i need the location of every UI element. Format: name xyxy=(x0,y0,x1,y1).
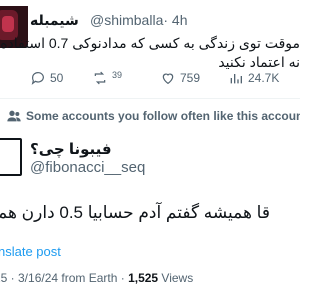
author-handle-time[interactable]: @shimballa· 4h xyxy=(90,12,187,28)
views-label: Views xyxy=(158,271,194,285)
avatar-fibonacci[interactable] xyxy=(0,138,22,176)
translate-post-link[interactable]: nslate post xyxy=(0,244,61,259)
avatar-image-highlight xyxy=(2,16,14,32)
post-timestamp[interactable]: 25 · 3/16/24 from Earth · xyxy=(0,271,128,285)
retweet-count: 39 xyxy=(112,70,123,80)
tweet-actions: 50 39 759 24.7K xyxy=(0,70,300,92)
reply-count: 50 xyxy=(50,71,64,85)
author-handle[interactable]: @shimballa xyxy=(90,12,163,28)
post-time[interactable]: · 4h xyxy=(163,12,187,28)
tweet-meta: 25 · 3/16/24 from Earth · 1,525 Views xyxy=(0,271,193,285)
notice-text: Some accounts you follow often like this… xyxy=(26,109,300,123)
divider xyxy=(0,98,300,99)
retweet-icon xyxy=(94,71,106,85)
people-icon xyxy=(7,110,21,122)
author-name[interactable]: شیمبله xyxy=(30,12,79,29)
reply-button[interactable]: 50 xyxy=(30,70,63,86)
tweet-text-line-2: نه اعتماد نکنید xyxy=(218,54,300,70)
views-chart-icon xyxy=(230,74,242,84)
author-handle[interactable]: @fibonacci__seq xyxy=(30,159,145,176)
tweet-text-line-1: موقت توی زندگی به کسی که مدادنوکی 0.7 اس… xyxy=(0,35,300,51)
tweet-text: قا همیشه گفتم آدم حسابیا 0.5 دارن همه. xyxy=(0,203,270,222)
views-count: 1,525 xyxy=(128,271,159,285)
social-context-notice: Some accounts you follow often like this… xyxy=(0,106,300,126)
views-button[interactable]: 24.7K xyxy=(228,70,279,86)
views-count: 24.7K xyxy=(248,71,280,85)
retweet-button[interactable]: 39 xyxy=(92,70,122,86)
like-count: 759 xyxy=(180,71,201,85)
like-button[interactable]: 759 xyxy=(160,70,200,86)
heart-icon xyxy=(162,73,174,85)
reply-icon xyxy=(31,72,44,85)
author-name[interactable]: فیبونا چی؟ xyxy=(30,140,112,158)
